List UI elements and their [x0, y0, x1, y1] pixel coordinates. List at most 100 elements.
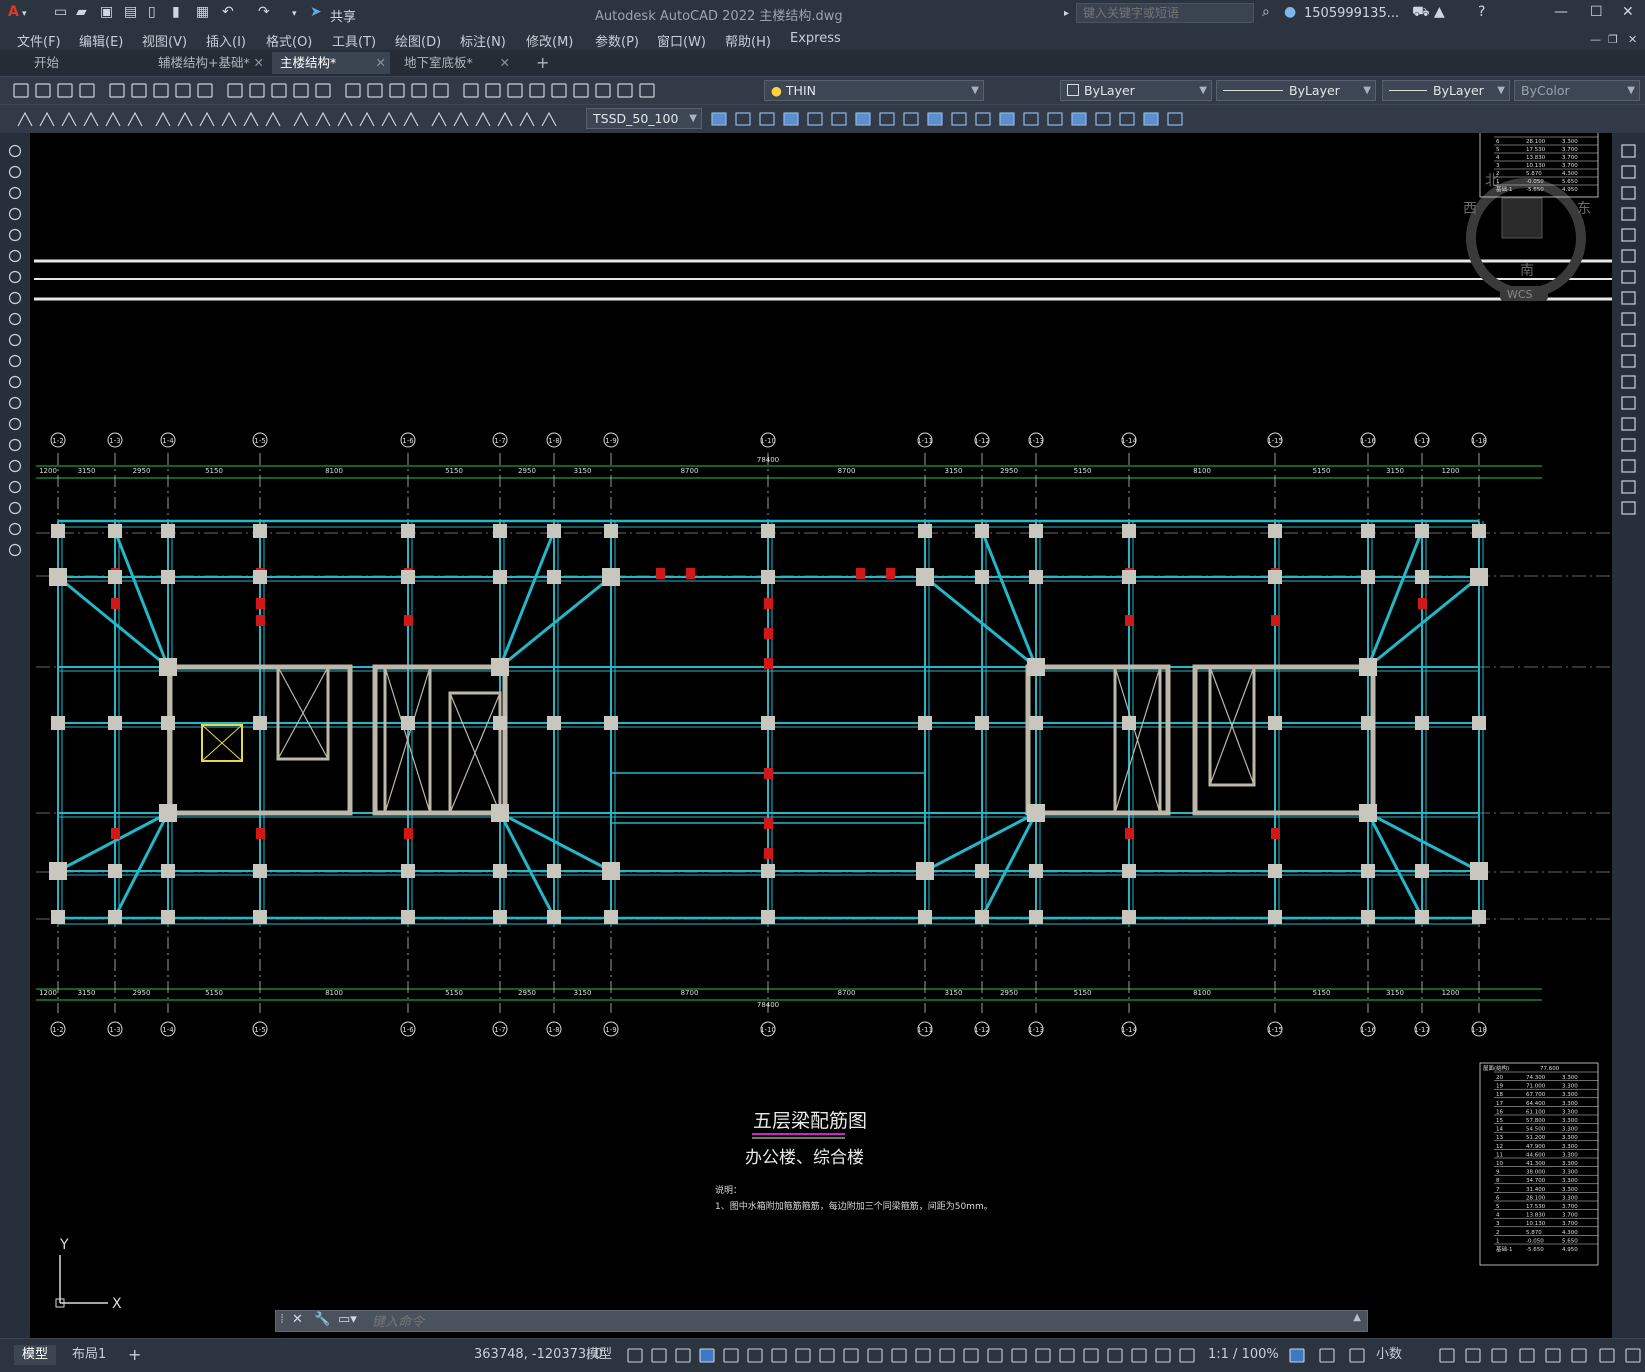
table-cell: 3.300	[1562, 1161, 1578, 1167]
rebar-marker	[1125, 615, 1134, 626]
tab-close-icon[interactable]: ✕	[376, 52, 386, 74]
dimstyle-dropdown[interactable]: TSSD_50_100 ▼	[586, 108, 702, 129]
customize-wrench-icon[interactable]: 🔧	[314, 1312, 330, 1327]
tab-model[interactable]: 模型	[14, 1345, 57, 1365]
units-dropdown[interactable]: 小数	[1368, 1345, 1410, 1365]
grip-icon[interactable]: ⁞	[280, 1312, 284, 1327]
app-menu-chevron-icon[interactable]: ▾	[22, 9, 27, 19]
toolbar-icons-row1[interactable]	[0, 77, 680, 105]
ucs-y-label: Y	[59, 1237, 69, 1253]
tab-close-icon[interactable]: ✕	[500, 52, 510, 74]
menu-modify[interactable]: 修改(M)	[526, 31, 573, 50]
drawing-canvas[interactable]: 1-2 1-2 1-3 1-3 1-4 1-4 1-5 1-5 1-6 1-6 1-7 1-7 1-8 1…	[30, 133, 1612, 1338]
cart-icon[interactable]: ⛟	[1412, 4, 1430, 22]
layer-dropdown[interactable]: ● THIN ▼	[764, 80, 984, 101]
tab-aux-structure[interactable]: 辅楼结构+基础* ✕	[150, 52, 268, 74]
draw-tools-icons[interactable]	[0, 133, 30, 573]
plot-icon[interactable]: ▦	[196, 4, 209, 20]
linetype-dropdown[interactable]: ByLayer ▼	[1216, 80, 1376, 101]
close-icon[interactable]: ✕	[1622, 4, 1634, 20]
column	[1415, 864, 1429, 878]
toolbar-tool-icon	[57, 83, 73, 98]
user-icon[interactable]: ●	[1284, 4, 1296, 20]
table-cell: 71.000	[1526, 1084, 1546, 1090]
undo-icon[interactable]: ↶	[222, 4, 234, 20]
modify-tools-icons[interactable]	[1612, 133, 1645, 553]
redo-icon[interactable]: ↷	[258, 4, 270, 20]
viewcube-face[interactable]	[1501, 197, 1543, 239]
table-cell: 7	[1496, 1187, 1500, 1193]
search-icon[interactable]: ⌕	[1262, 4, 1270, 20]
modify-side-icon	[1621, 459, 1636, 473]
doc-restore-icon[interactable]: ❐	[1608, 33, 1618, 46]
menu-tools[interactable]: 工具(T)	[332, 31, 376, 50]
search-expand-icon[interactable]: ▸	[1064, 8, 1069, 19]
table-cell: 3.300	[1562, 139, 1578, 145]
menu-edit[interactable]: 编辑(E)	[79, 31, 123, 50]
tab-basement-slab[interactable]: 地下室底板* ✕	[396, 52, 514, 74]
menu-window[interactable]: 窗口(W)	[657, 31, 706, 50]
expand-up-icon[interactable]: ▲	[1353, 1312, 1361, 1323]
help-icon[interactable]: ?	[1478, 4, 1485, 20]
menu-view[interactable]: 视图(V)	[142, 31, 187, 50]
maximize-icon[interactable]: ☐	[1590, 4, 1603, 20]
viewcube-east[interactable]: 东	[1577, 201, 1591, 217]
menu-dimension[interactable]: 标注(N)	[460, 31, 506, 50]
minimize-icon[interactable]: —	[1554, 4, 1568, 20]
tab-main-structure[interactable]: 主楼结构* ✕	[272, 52, 390, 74]
autodesk-app-icon[interactable]: ▲	[1434, 4, 1445, 20]
close-command-icon[interactable]: ✕	[292, 1312, 303, 1327]
command-input[interactable]	[370, 1313, 1274, 1331]
menu-parametric[interactable]: 参数(P)	[595, 31, 639, 50]
add-layout-icon[interactable]: +	[120, 1345, 149, 1365]
tab-close-icon[interactable]: ✕	[254, 52, 264, 74]
user-name[interactable]: 1505999135...	[1304, 6, 1399, 21]
column	[401, 910, 415, 924]
column	[761, 524, 775, 538]
dimension-tool-icon	[519, 111, 535, 127]
menu-express[interactable]: Express	[790, 31, 841, 46]
tab-layout1[interactable]: 布局1	[64, 1345, 114, 1365]
doc-close-icon[interactable]: ✕	[1628, 33, 1637, 46]
publish-icon[interactable]: ▯	[148, 4, 156, 20]
menu-insert[interactable]: 插入(I)	[206, 31, 246, 50]
new-tab-plus-icon[interactable]: +	[528, 52, 554, 74]
command-history-icon[interactable]: ▭▾	[338, 1312, 357, 1327]
modify-side-icon	[1621, 438, 1636, 452]
model-space-button[interactable]: 模型	[578, 1345, 620, 1365]
command-line[interactable]: ⁞ ✕ 🔧 ▭▾ ▲	[275, 1310, 1368, 1332]
open-file-icon[interactable]: ▰	[76, 4, 87, 20]
lineweight-dropdown[interactable]: ByLayer ▼	[1382, 80, 1510, 101]
share-icon[interactable]: ➤	[310, 4, 322, 20]
share-button[interactable]: 共享	[330, 6, 356, 25]
autocad-logo-icon[interactable]: A	[8, 4, 19, 20]
document-tabs: 开始 辅楼结构+基础* ✕ 主楼结构* ✕ 地下室底板* ✕ +	[0, 50, 1645, 76]
menu-draw[interactable]: 绘图(D)	[395, 31, 441, 50]
grid-label: 1-12	[974, 437, 990, 445]
status-toggle-icon	[1491, 1348, 1507, 1363]
viewcube-south[interactable]: 南	[1520, 263, 1534, 279]
menu-file[interactable]: 文件(F)	[17, 31, 61, 50]
menu-help[interactable]: 帮助(H)	[725, 31, 771, 50]
modify-side-icon	[1621, 186, 1636, 200]
column	[918, 524, 932, 538]
grid-label: 1-18	[1471, 437, 1487, 445]
customize-chevron-icon[interactable]: ▾	[292, 9, 297, 19]
save-icon[interactable]: ▣	[100, 4, 113, 20]
color-dropdown[interactable]: ByLayer ▼	[1060, 80, 1212, 101]
menu-format[interactable]: 格式(O)	[266, 31, 312, 50]
annotation-scale[interactable]: 1:1 / 100%	[1200, 1345, 1287, 1365]
dimension-text: 2950	[133, 467, 151, 475]
help-search-input[interactable]	[1076, 3, 1254, 23]
tab-start[interactable]: 开始	[26, 52, 144, 74]
new-file-icon[interactable]: ▭	[54, 4, 67, 20]
modify-side-icon	[1621, 417, 1636, 431]
viewcube-west[interactable]: 西	[1463, 201, 1477, 217]
doc-minimize-icon[interactable]: —	[1590, 33, 1601, 46]
export-icon[interactable]: ▮	[172, 4, 180, 20]
modify-tool-icon	[735, 112, 751, 126]
column	[493, 910, 507, 924]
save-as-icon[interactable]: ▤	[124, 4, 137, 20]
plotstyle-dropdown[interactable]: ByColor ▼	[1514, 80, 1640, 101]
rebar-marker	[764, 658, 773, 669]
